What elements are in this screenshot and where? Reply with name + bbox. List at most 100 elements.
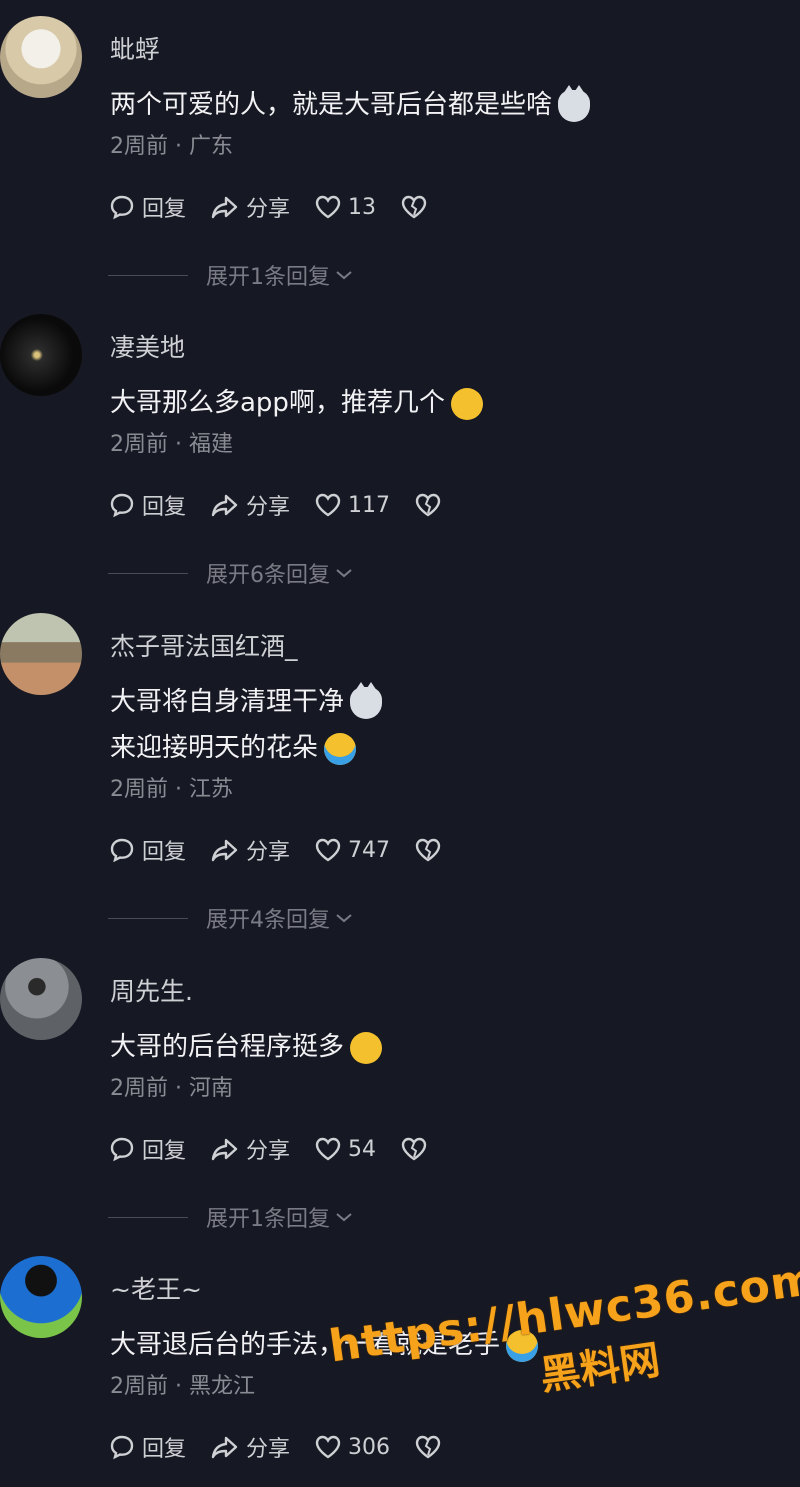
divider: [108, 274, 188, 276]
share-label: 分享: [246, 495, 291, 520]
share-label: 分享: [246, 197, 291, 222]
broken-heart-icon: [401, 1137, 427, 1161]
expand-label: 展开6条回复: [206, 563, 330, 588]
reply-label: 回复: [142, 495, 187, 520]
username[interactable]: ~老王~: [110, 1270, 202, 1306]
username[interactable]: 杰子哥法国红酒_: [110, 627, 298, 663]
divider: [108, 917, 188, 919]
reply-label: 回复: [142, 1139, 187, 1164]
share-button[interactable]: 分享: [210, 834, 290, 866]
dislike-button[interactable]: [400, 1136, 434, 1162]
reply-button[interactable]: 回复: [108, 1431, 186, 1463]
comment-item: 杰子哥法国红酒_ 大哥将自身清理干净 来迎接明天的花朵 2周前 · 江苏 回复 …: [0, 597, 800, 942]
avatar[interactable]: [0, 314, 82, 396]
comment-text: 来迎接明天的花朵: [110, 727, 357, 765]
reply-bubble-icon: [110, 838, 134, 863]
expand-label: 展开1条回复: [206, 265, 330, 290]
expand-replies[interactable]: 展开1条回复: [108, 260, 354, 290]
divider: [108, 572, 188, 574]
heart-icon: [315, 493, 341, 517]
like-count: 747: [348, 837, 391, 863]
comment-actions: 回复 分享 54: [108, 1129, 458, 1169]
heart-icon: [315, 1435, 341, 1459]
share-arrow-icon: [211, 1138, 238, 1161]
comment-text: 大哥那么多app啊，推荐几个: [110, 382, 483, 420]
chevron-down-icon: [336, 271, 352, 280]
comment-meta: 2周前 · 河南: [110, 1076, 233, 1101]
share-label: 分享: [246, 1139, 291, 1164]
share-button[interactable]: 分享: [210, 489, 290, 521]
like-count: 54: [348, 1136, 377, 1162]
share-label: 分享: [246, 1437, 291, 1462]
chevron-down-icon: [336, 1213, 352, 1222]
comment-meta: 2周前 · 黑龙江: [110, 1374, 255, 1399]
comment-item: 周先生. 大哥的后台程序挺多 2周前 · 河南 回复 分享 54 展开1条回复: [0, 942, 800, 1240]
reply-label: 回复: [142, 840, 187, 865]
thinking-emoji-icon: [450, 387, 483, 420]
comment-text: 大哥的后台程序挺多: [110, 1026, 383, 1064]
reply-bubble-icon: [110, 195, 134, 220]
chevron-down-icon: [336, 914, 352, 923]
cat-emoji-icon: [558, 84, 591, 122]
reply-bubble-icon: [110, 1137, 134, 1162]
chevron-down-icon: [336, 569, 352, 578]
comment-meta: 2周前 · 福建: [110, 432, 233, 457]
share-button[interactable]: 分享: [210, 1431, 290, 1463]
share-arrow-icon: [211, 196, 238, 219]
share-arrow-icon: [211, 494, 238, 517]
comment-actions: 回复 分享 747: [108, 830, 472, 870]
reply-button[interactable]: 回复: [108, 191, 186, 223]
expand-label: 展开4条回复: [206, 908, 330, 933]
smirk-emoji-icon: [350, 1031, 383, 1064]
expand-replies[interactable]: 展开4条回复: [108, 903, 354, 933]
username[interactable]: 凄美地: [110, 328, 185, 364]
laugh-cry-emoji-icon: [324, 732, 357, 765]
share-button[interactable]: 分享: [210, 1133, 290, 1165]
like-count: 13: [348, 194, 377, 220]
comment-actions: 回复 分享 13: [108, 187, 458, 227]
comment-actions: 回复 分享 117: [108, 485, 472, 525]
comment-item: 蚍蜉 两个可爱的人，就是大哥后台都是些啥 2周前 · 广东 回复 分享 13 展…: [0, 0, 800, 298]
heart-icon: [315, 838, 341, 862]
share-button[interactable]: 分享: [210, 191, 290, 223]
expand-label: 展开1条回复: [206, 1207, 330, 1232]
dislike-button[interactable]: [414, 492, 448, 518]
avatar[interactable]: [0, 1256, 82, 1338]
reply-label: 回复: [142, 197, 187, 222]
username[interactable]: 蚍蜉: [110, 30, 160, 66]
reply-button[interactable]: 回复: [108, 1133, 186, 1165]
like-button[interactable]: 117: [314, 492, 390, 518]
broken-heart-icon: [415, 493, 441, 517]
share-arrow-icon: [211, 839, 238, 862]
dislike-button[interactable]: [414, 837, 448, 863]
reply-button[interactable]: 回复: [108, 489, 186, 521]
username[interactable]: 周先生.: [110, 972, 193, 1008]
cat-emoji-icon: [350, 681, 383, 719]
reply-bubble-icon: [110, 1435, 134, 1460]
comment-text: 大哥将自身清理干净: [110, 681, 383, 719]
heart-icon: [315, 1137, 341, 1161]
comment-item: 凄美地 大哥那么多app啊，推荐几个 2周前 · 福建 回复 分享 117 展开…: [0, 298, 800, 596]
share-arrow-icon: [211, 1436, 238, 1459]
avatar[interactable]: [0, 958, 82, 1040]
like-button[interactable]: 747: [314, 837, 390, 863]
like-button[interactable]: 54: [314, 1136, 376, 1162]
broken-heart-icon: [401, 195, 427, 219]
comment-meta: 2周前 · 江苏: [110, 777, 233, 802]
reply-label: 回复: [142, 1437, 187, 1462]
reply-bubble-icon: [110, 493, 134, 518]
share-label: 分享: [246, 840, 291, 865]
divider: [108, 1216, 188, 1218]
dislike-button[interactable]: [400, 194, 434, 220]
like-button[interactable]: 13: [314, 194, 376, 220]
expand-replies[interactable]: 展开6条回复: [108, 558, 354, 588]
heart-icon: [315, 195, 341, 219]
reply-button[interactable]: 回复: [108, 834, 186, 866]
comment-meta: 2周前 · 广东: [110, 134, 233, 159]
avatar[interactable]: [0, 16, 82, 98]
comment-text: 两个可爱的人，就是大哥后台都是些啥: [110, 84, 591, 122]
broken-heart-icon: [415, 838, 441, 862]
expand-replies[interactable]: 展开1条回复: [108, 1202, 354, 1232]
like-count: 117: [348, 492, 391, 518]
avatar[interactable]: [0, 613, 82, 695]
